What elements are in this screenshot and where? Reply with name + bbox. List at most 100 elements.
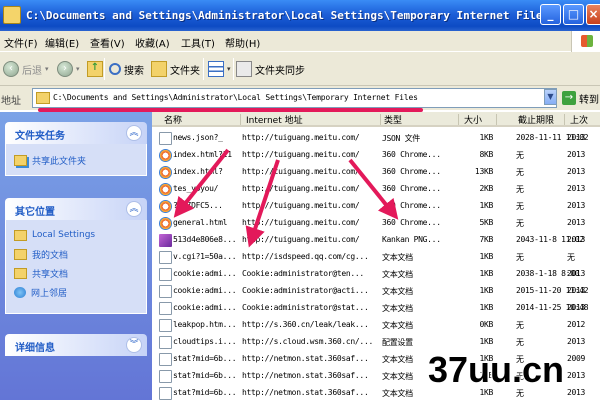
file-row[interactable]: index.html? http://tuiguang.meitu.com/360… — [152, 164, 600, 181]
title-bar[interactable]: C:\Documents and Settings\Administrator\… — [0, 0, 600, 31]
collapse-chevron-icon[interactable]: ︽ — [126, 201, 142, 217]
doc-icon — [159, 251, 172, 264]
file-last-access: 2012 — [567, 320, 586, 329]
file-row[interactable]: news.json?_ http://tuiguang.meitu.com/JSO… — [152, 130, 600, 147]
address-path[interactable]: C:\Documents and Settings\Administrator\… — [53, 93, 418, 102]
file-row[interactable]: 513d4e806e8... http://tuiguang.meitu.com/… — [152, 232, 600, 249]
file-type: 文本文档 — [382, 321, 413, 330]
close-button[interactable]: × — [586, 4, 600, 25]
menu-edit[interactable]: 编辑(E) — [45, 35, 79, 50]
place-my-documents-label: 我的文档 — [32, 250, 69, 261]
file-row[interactable]: cookie:admi... Cookie:administrator@acti.… — [152, 283, 600, 300]
file-row[interactable]: v.cgi?1=50a... http://isdspeed.qq.com/cg.… — [152, 249, 600, 266]
doc-icon — [159, 387, 172, 400]
file-last-access: 2013 — [567, 303, 586, 312]
menu-file[interactable]: 文件(F) — [4, 35, 38, 50]
column-header: 名称 Internet 地址 类型 大小 截止期限 上次 — [152, 112, 600, 127]
views-button[interactable]: ▾ — [208, 58, 231, 80]
file-tasks-header[interactable]: 文件夹任务 ︽ — [5, 122, 147, 144]
forward-dropdown-icon[interactable]: ▾ — [76, 65, 80, 73]
address-input[interactable]: C:\Documents and Settings\Administrator\… — [32, 88, 557, 108]
share-folder-icon — [14, 154, 27, 166]
folder-icon — [14, 229, 27, 241]
file-row[interactable]: ?e=7DFC5... http://tuiguang.meitu.com/360… — [152, 198, 600, 215]
back-button[interactable]: ‹ 后退 ▾ — [3, 58, 49, 80]
column-last[interactable]: 上次 — [570, 113, 588, 126]
place-local-settings[interactable]: Local Settings — [14, 228, 95, 242]
file-address: http://netmon.stat.360saf... — [242, 371, 369, 380]
file-last-access: 2013 — [567, 371, 586, 380]
expand-chevron-icon[interactable]: ︾ — [126, 337, 142, 353]
maximize-button[interactable]: □ — [563, 4, 584, 25]
place-shared-documents[interactable]: 共享文档 — [14, 266, 68, 280]
file-address: http://tuiguang.meitu.com/ — [242, 167, 360, 176]
menu-tools[interactable]: 工具(T) — [181, 35, 215, 50]
column-size[interactable]: 大小 — [464, 113, 482, 126]
place-network[interactable]: 网上邻居 — [14, 285, 67, 299]
other-places-header[interactable]: 其它位置 ︽ — [5, 198, 147, 220]
toolbar-divider — [203, 58, 204, 80]
ie-icon — [159, 200, 172, 213]
menu-help[interactable]: 帮助(H) — [225, 35, 260, 50]
column-name[interactable]: 名称 — [164, 113, 182, 126]
file-type: 文本文档 — [382, 253, 413, 262]
file-last-access: 2013 — [567, 286, 586, 295]
go-button[interactable]: → 转到 — [562, 88, 599, 108]
details-title: 详细信息 — [15, 343, 55, 354]
file-name: tes_yoyou/ — [173, 184, 219, 193]
folders-button[interactable]: 文件夹 — [151, 58, 200, 80]
views-dropdown-icon[interactable]: ▾ — [227, 65, 231, 73]
explorer-window: C:\Documents and Settings\Administrator\… — [0, 0, 600, 400]
file-size: 7KB — [479, 235, 493, 244]
place-my-documents[interactable]: 我的文档 — [14, 247, 68, 261]
column-expires[interactable]: 截止期限 — [518, 113, 554, 126]
file-type: 360 Chrome... — [382, 150, 441, 159]
file-row[interactable]: general.html http://tuiguang.meitu.com/36… — [152, 215, 600, 232]
file-size: 1KB — [479, 201, 493, 210]
column-divider[interactable] — [458, 114, 459, 125]
file-row[interactable]: cookie:admi... Cookie:administrator@stat.… — [152, 300, 600, 317]
doc-icon — [159, 285, 172, 298]
file-row[interactable]: tes_yoyou/http://tuiguang.meitu.com/360 … — [152, 181, 600, 198]
file-address: http://tuiguang.meitu.com/ — [242, 184, 360, 193]
search-button[interactable]: 搜索 — [109, 58, 144, 80]
file-address: http://netmon.stat.360saf... — [242, 388, 369, 397]
file-last-access: 2013 — [567, 184, 586, 193]
back-dropdown-icon[interactable]: ▾ — [45, 65, 49, 73]
column-divider[interactable] — [380, 114, 381, 125]
task-share-folder[interactable]: 共享此文件夹 — [14, 153, 86, 167]
column-type[interactable]: 类型 — [384, 113, 402, 126]
task-share-folder-label: 共享此文件夹 — [32, 156, 87, 167]
file-row[interactable]: cookie:admi... Cookie:administrator@ten..… — [152, 266, 600, 283]
my-documents-icon — [14, 248, 27, 260]
column-divider[interactable] — [564, 114, 565, 125]
forward-button[interactable]: › ▾ — [57, 58, 80, 80]
file-row[interactable]: index.html?11 http://tuiguang.meitu.com/3… — [152, 147, 600, 164]
column-internet-address[interactable]: Internet 地址 — [246, 113, 303, 126]
menu-favorites[interactable]: 收藏(A) — [135, 35, 170, 50]
file-name: cookie:admi... — [173, 269, 237, 278]
file-last-access: 2013 — [567, 269, 586, 278]
other-places-title: 其它位置 — [15, 207, 55, 218]
collapse-chevron-icon[interactable]: ︽ — [126, 125, 142, 141]
minimize-button[interactable]: _ — [540, 4, 561, 25]
window-title: C:\Documents and Settings\Administrator\… — [26, 9, 550, 22]
ie-icon — [159, 183, 172, 196]
file-tasks-title: 文件夹任务 — [15, 131, 65, 142]
ie-icon — [159, 217, 172, 230]
file-row[interactable]: leakpop.htm... http://s.360.cn/leak/leak.… — [152, 317, 600, 334]
column-divider[interactable] — [496, 114, 497, 125]
details-header[interactable]: 详细信息 ︾ — [5, 334, 147, 356]
toolbar-divider — [233, 58, 234, 80]
column-divider[interactable] — [240, 114, 241, 125]
folder-sync-button[interactable]: 文件夹同步 — [236, 58, 305, 80]
folder-icon — [36, 92, 50, 104]
address-dropdown-icon[interactable]: ▼ — [544, 89, 557, 105]
menu-view[interactable]: 查看(V) — [90, 35, 125, 50]
file-name: index.html?11 — [173, 150, 232, 159]
file-type: 文本文档 — [382, 287, 413, 296]
doc-icon — [159, 268, 172, 281]
doc-icon — [159, 353, 172, 366]
place-network-label: 网上邻居 — [31, 288, 68, 299]
doc-icon — [159, 319, 172, 332]
